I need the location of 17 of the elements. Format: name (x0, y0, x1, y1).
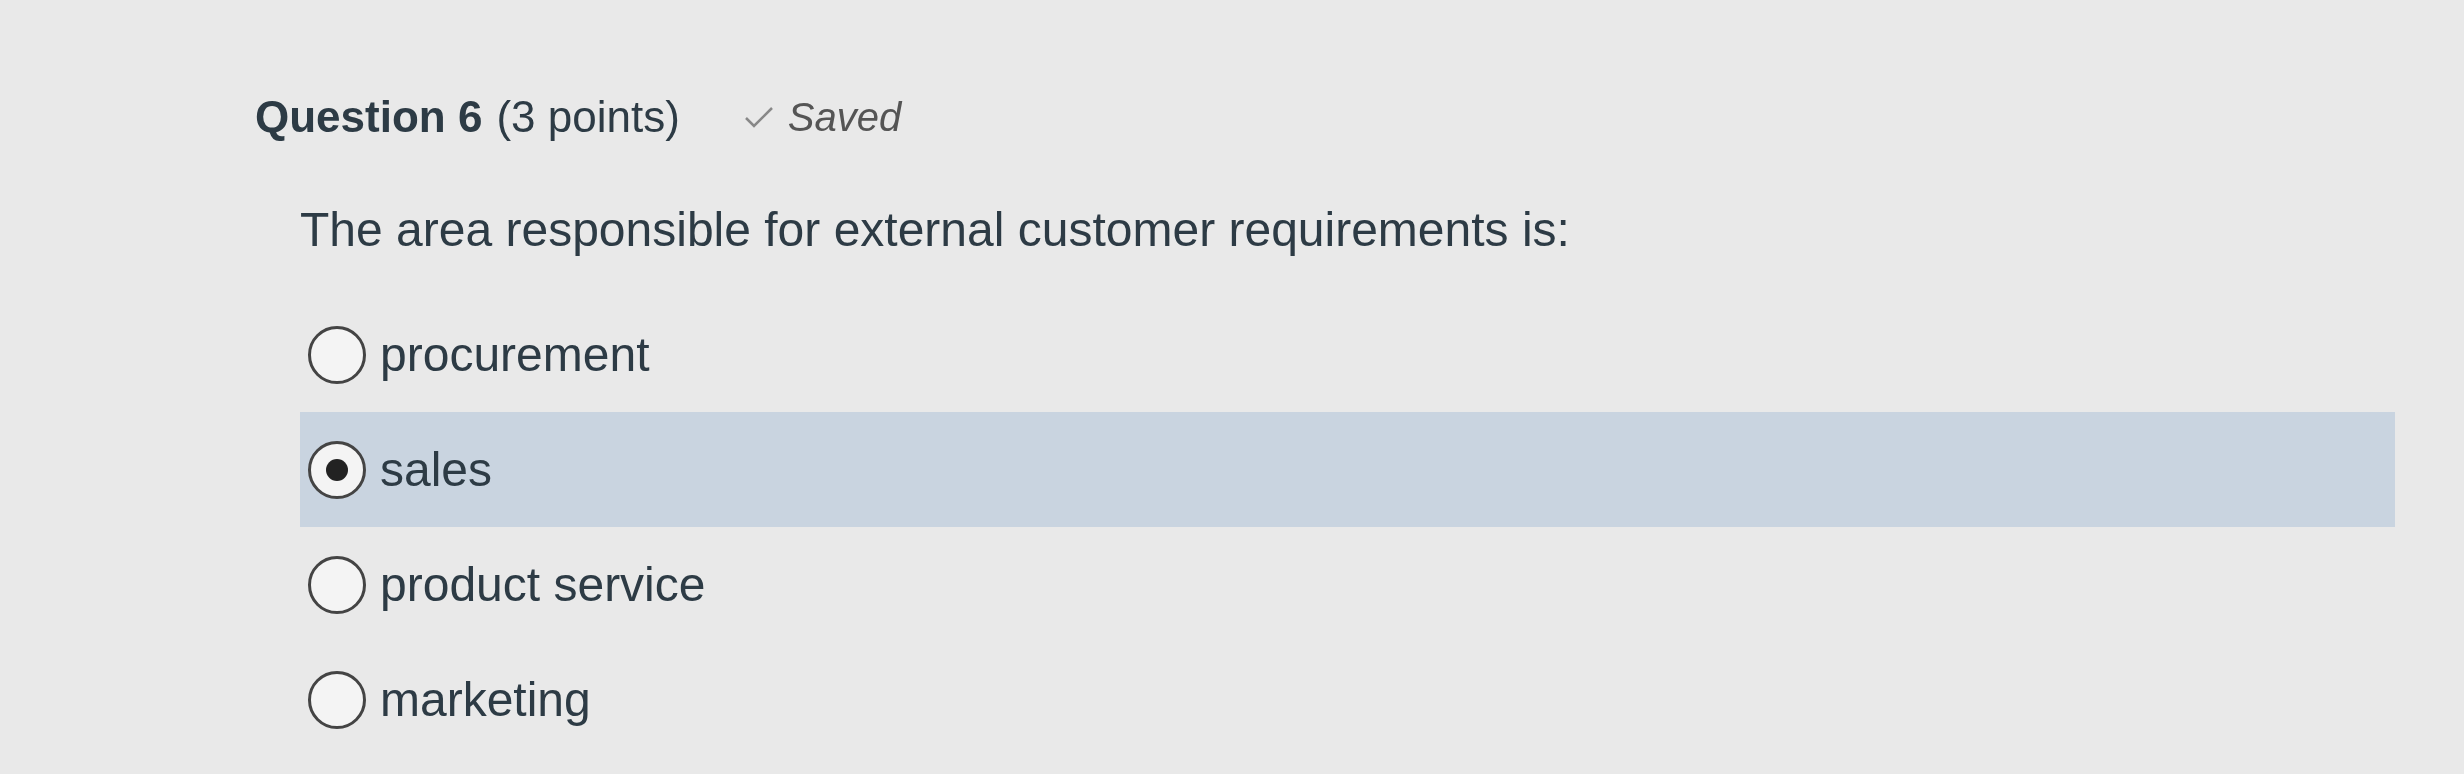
option-row[interactable]: procurement (300, 297, 2395, 412)
option-label: marketing (380, 672, 591, 727)
question-title: Question 6 (255, 92, 483, 142)
saved-status: Saved (787, 94, 902, 140)
question-text: The area responsible for external customer requirements is: (300, 202, 1571, 257)
radio-button[interactable] (308, 440, 366, 499)
radio-button[interactable] (308, 670, 366, 729)
option-row[interactable]: product service (300, 527, 2395, 642)
selected-option-row[interactable]: sales (300, 412, 2395, 527)
option-row[interactable]: marketing (300, 642, 2395, 757)
radio-button[interactable] (308, 325, 366, 384)
question-points: (3 points) (496, 92, 680, 142)
option-label: sales (380, 442, 493, 497)
option-label: procurement (380, 327, 650, 382)
radio-button[interactable] (308, 555, 366, 614)
option-label: product service (380, 557, 706, 612)
checkmark-icon (743, 106, 774, 128)
